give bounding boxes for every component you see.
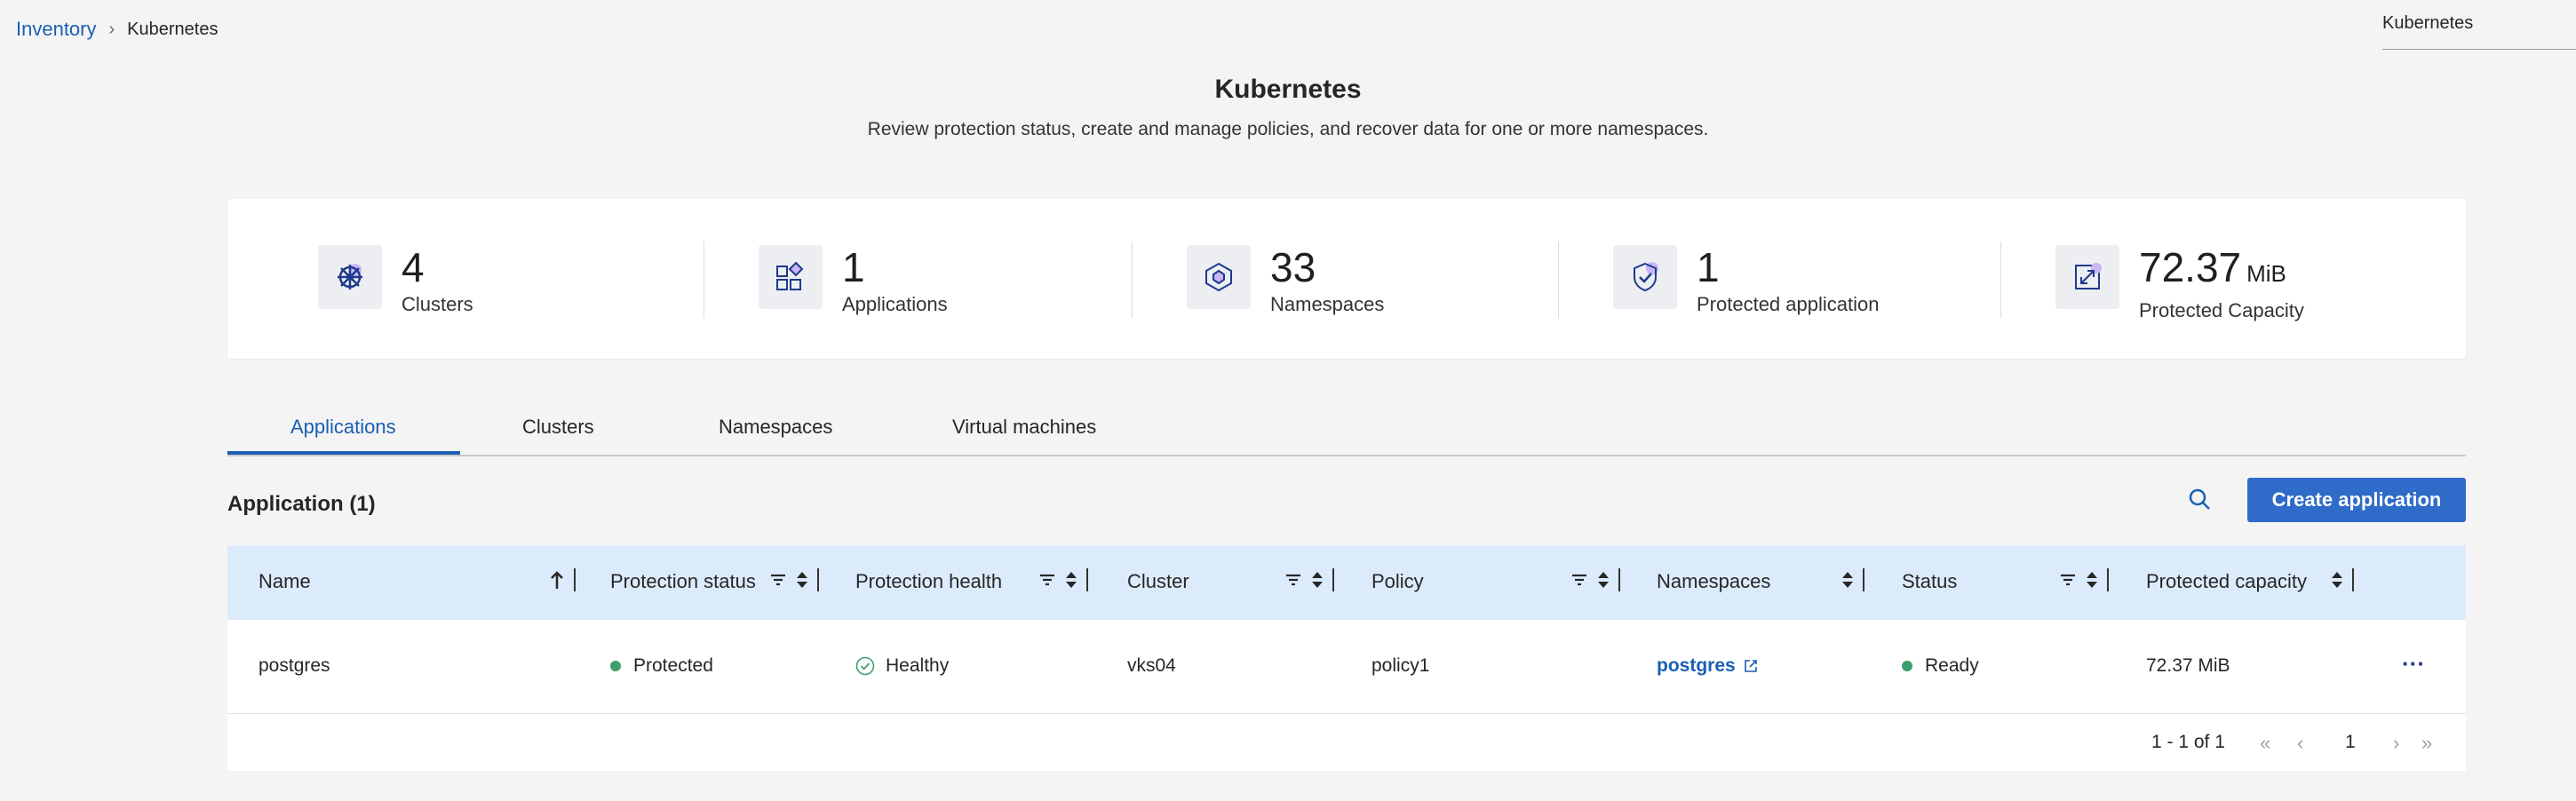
cell-policy: policy1	[1371, 655, 1430, 676]
first-page-icon[interactable]: «	[2260, 732, 2270, 755]
more-actions-icon[interactable]: ···	[2402, 650, 2425, 678]
sort-icon[interactable]	[796, 570, 808, 590]
namespace-link[interactable]: postgres	[1657, 655, 1736, 677]
section-title: Application (1)	[227, 492, 376, 516]
column-resize-handle[interactable]	[1086, 568, 1088, 591]
filter-icon[interactable]	[769, 572, 787, 588]
breadcrumb-current: Kubernetes	[127, 19, 219, 39]
column-resize-handle[interactable]	[1332, 568, 1334, 591]
stat-protected-application: 1 Protected application	[1613, 245, 1879, 316]
stat-label: Protected application	[1697, 293, 1880, 315]
stat-label: Protected Capacity	[2139, 299, 2304, 321]
column-header-namespaces[interactable]: Namespaces	[1657, 570, 1770, 593]
column-resize-handle[interactable]	[2107, 568, 2109, 591]
stat-value: 1	[1697, 244, 1720, 290]
column-resize-handle[interactable]	[1863, 568, 1864, 591]
next-page-icon[interactable]: ›	[2393, 732, 2399, 755]
tab-namespaces[interactable]: Namespaces	[719, 416, 832, 439]
column-header-status[interactable]: Status	[1902, 570, 1957, 593]
column-resize-handle[interactable]	[1618, 568, 1620, 591]
external-link-icon[interactable]	[1743, 658, 1759, 674]
sort-icon[interactable]	[1311, 570, 1324, 590]
divider	[2000, 242, 2001, 318]
stat-applications: 1 Applications	[759, 245, 948, 316]
page-title: Kubernetes	[1214, 75, 1362, 104]
previous-page-icon[interactable]: ‹	[2297, 732, 2303, 755]
status-dot-icon	[1902, 661, 1912, 671]
pagination-bar: 1 - 1 of 1 « ‹ 1 › »	[227, 714, 2466, 771]
filter-icon[interactable]	[1570, 572, 1588, 588]
applications-icon	[759, 245, 823, 309]
filter-icon[interactable]	[1284, 572, 1302, 588]
stat-label: Clusters	[402, 293, 473, 315]
search-icon[interactable]	[2187, 487, 2214, 513]
stat-unit: MiB	[2246, 260, 2286, 287]
tab-clusters[interactable]: Clusters	[522, 416, 594, 439]
kubernetes-wheel-icon	[318, 245, 382, 309]
cell-protection-status: Protected	[610, 655, 713, 677]
page-subtitle: Review protection status, create and man…	[867, 119, 1709, 139]
sort-icon[interactable]	[1597, 570, 1610, 590]
sort-icon[interactable]	[1065, 570, 1077, 590]
column-resize-handle[interactable]	[574, 568, 576, 591]
stat-label: Applications	[842, 293, 948, 315]
sort-ascending-icon[interactable]	[549, 569, 565, 591]
breadcrumb-inventory-link[interactable]: Inventory	[16, 18, 97, 41]
stat-value: 72.37 MiB	[2139, 244, 2286, 290]
tab-applications[interactable]: Applications	[290, 416, 396, 439]
active-tab-indicator	[227, 451, 460, 455]
capacity-icon	[2055, 245, 2119, 309]
breadcrumb: Inventory › Kubernetes	[16, 18, 218, 41]
cell-namespaces: postgres	[1657, 655, 1759, 677]
protection-status-text: Protected	[633, 655, 713, 676]
sort-icon[interactable]	[2331, 570, 2343, 590]
column-header-name[interactable]: Name	[258, 570, 311, 593]
cell-cluster: vks04	[1127, 655, 1176, 676]
stat-value: 1	[842, 244, 865, 290]
cell-protection-health: Healthy	[855, 655, 949, 677]
divider	[1132, 242, 1133, 318]
context-selector[interactable]: Kubernetes	[2382, 11, 2576, 50]
column-header-protection-status[interactable]: Protection status	[610, 570, 756, 593]
tab-virtual-machines[interactable]: Virtual machines	[952, 416, 1096, 439]
create-application-button[interactable]: Create application	[2247, 478, 2466, 522]
tab-bar: Applications Clusters Namespaces Virtual…	[227, 401, 2466, 456]
protection-health-text: Healthy	[886, 655, 950, 676]
table-header: Name Protection status Protection health…	[227, 545, 2466, 620]
column-header-policy[interactable]: Policy	[1371, 570, 1424, 593]
pagination-current-page[interactable]: 1	[2345, 732, 2356, 753]
sort-icon[interactable]	[2086, 570, 2098, 590]
filter-icon[interactable]	[1038, 572, 1056, 588]
namespace-cube-icon	[1187, 245, 1251, 309]
cell-status: Ready	[1902, 655, 1979, 677]
last-page-icon[interactable]: »	[2421, 732, 2432, 755]
chevron-right-icon: ›	[108, 19, 115, 39]
status-dot-icon	[610, 661, 621, 671]
cell-name: postgres	[258, 655, 330, 676]
stat-value: 4	[402, 244, 425, 290]
summary-card: 4 Clusters 1 Applications 33 Namespaces …	[227, 199, 2466, 359]
cell-protected-capacity: 72.37 MiB	[2146, 655, 2230, 676]
column-header-protected-capacity[interactable]: Protected capacity	[2146, 570, 2307, 593]
column-header-protection-health[interactable]: Protection health	[855, 570, 1002, 593]
stat-value: 33	[1270, 244, 1316, 290]
filter-icon[interactable]	[2059, 572, 2077, 588]
stat-clusters: 4 Clusters	[318, 245, 473, 316]
divider	[1558, 242, 1559, 318]
pagination-range: 1 - 1 of 1	[2151, 732, 2225, 752]
column-resize-handle[interactable]	[2352, 568, 2354, 591]
sort-icon[interactable]	[1841, 570, 1854, 590]
stat-protected-capacity: 72.37 MiB Protected Capacity	[2055, 245, 2304, 322]
applications-table: Name Protection status Protection health…	[227, 545, 2466, 771]
shield-check-icon	[1613, 245, 1677, 309]
table-row[interactable]: postgres Protected Healthy vks04 policy1…	[227, 620, 2466, 714]
column-header-cluster[interactable]: Cluster	[1127, 570, 1189, 593]
check-circle-icon	[855, 656, 875, 676]
stat-namespaces: 33 Namespaces	[1187, 245, 1384, 316]
column-resize-handle[interactable]	[817, 568, 819, 591]
stat-label: Namespaces	[1270, 293, 1385, 315]
status-text: Ready	[1925, 655, 1979, 676]
